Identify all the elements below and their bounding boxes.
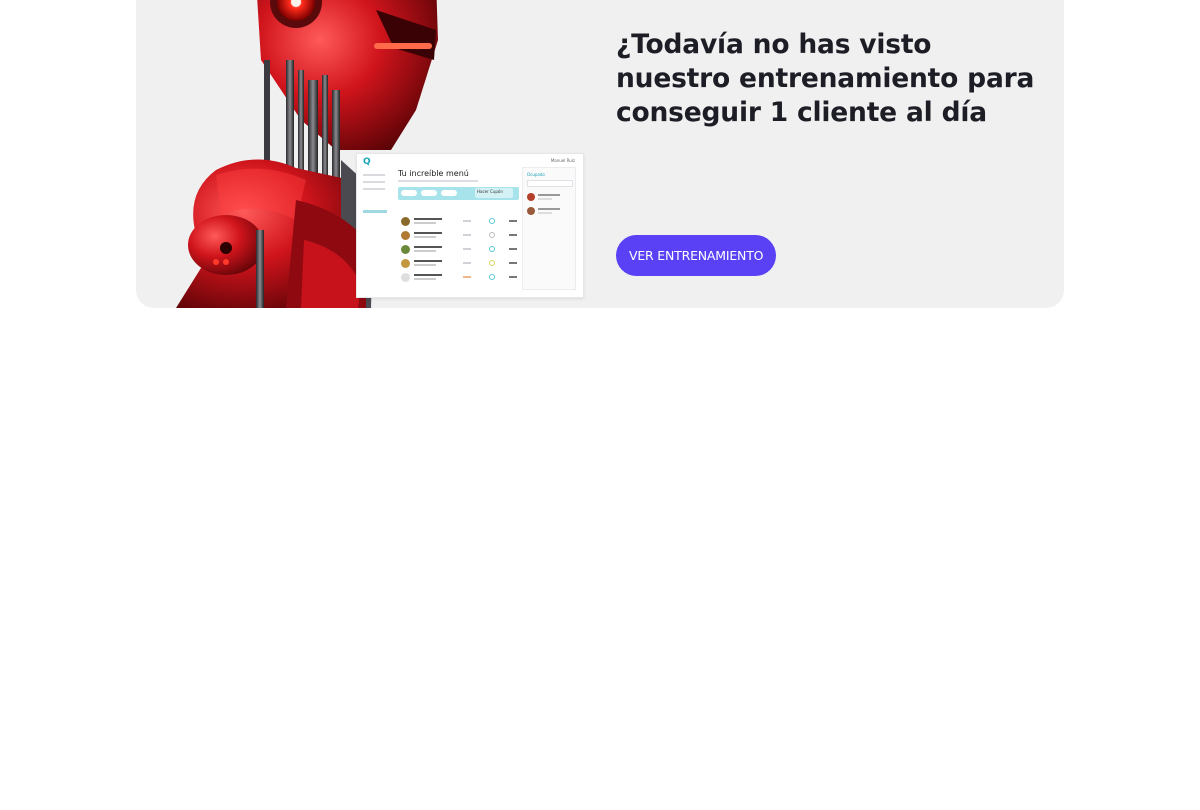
mockup-row xyxy=(401,245,519,255)
mockup-row xyxy=(401,217,519,227)
mockup-subtitle xyxy=(398,180,478,182)
mockup-row xyxy=(401,259,519,269)
mockup-row xyxy=(401,273,519,283)
mockup-sidebar xyxy=(363,174,393,218)
mockup-panel-heading: Ocupado xyxy=(527,172,545,177)
mockup-side-panel: Ocupado xyxy=(522,167,576,290)
mockup-logo: Q xyxy=(363,157,371,167)
mockup-user: Manuel Ruiz xyxy=(550,158,575,163)
dashboard-preview: Q Manuel Ruiz Tu increíble menú Hacer Cu… xyxy=(356,153,584,298)
mockup-pill xyxy=(441,190,457,196)
mockup-title: Tu increíble menú xyxy=(398,169,469,178)
promo-banner: Q Manuel Ruiz Tu increíble menú Hacer Cu… xyxy=(136,0,1064,308)
promo-headline: ¿Todavía no has visto nuestro entrenamie… xyxy=(616,29,1035,128)
mockup-promo-chip: Hacer Cupón xyxy=(475,188,513,198)
mockup-pill xyxy=(401,190,417,196)
mockup-pill xyxy=(421,190,437,196)
watch-training-button[interactable]: VER ENTRENAMIENTO xyxy=(616,235,777,276)
mockup-row xyxy=(401,231,519,241)
